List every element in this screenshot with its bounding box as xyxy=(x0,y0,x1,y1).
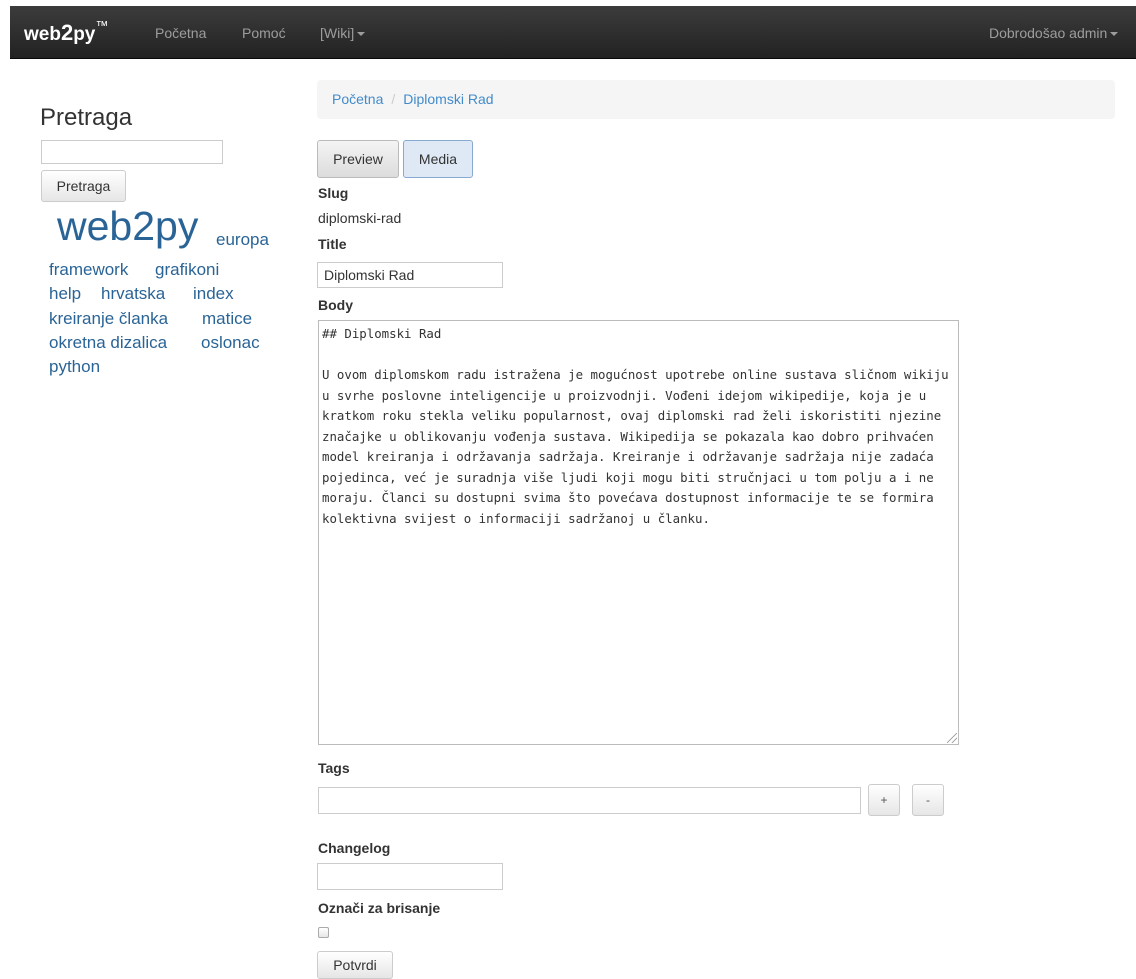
brand-logo[interactable]: web2py™ xyxy=(24,18,109,46)
tag-hrvatska[interactable]: hrvatska xyxy=(101,284,165,304)
tag-grafikoni[interactable]: grafikoni xyxy=(155,260,219,280)
tag-web2py[interactable]: web2py xyxy=(57,203,198,250)
submit-button[interactable]: Potvrdi xyxy=(317,951,393,979)
nav-dropdown-wiki[interactable]: [Wiki] xyxy=(320,25,366,41)
delete-checkbox[interactable] xyxy=(318,927,329,938)
slug-value: diplomski-rad xyxy=(318,210,402,226)
navbar: web2py™ Početna Pomoć [Wiki] Dobrodošao … xyxy=(10,6,1136,59)
chevron-down-icon xyxy=(357,32,366,37)
tag-kreiranje-clanka[interactable]: kreiranje članka xyxy=(49,309,168,329)
body-textarea[interactable]: ## Diplomski Rad U ovom diplomskom radu … xyxy=(318,320,959,745)
nav-link-pomoc[interactable]: Pomoć xyxy=(242,25,286,41)
tag-python[interactable]: python xyxy=(49,357,100,377)
user-menu[interactable]: Dobrodošao admin xyxy=(989,25,1119,41)
sidebar-title: Pretraga xyxy=(40,104,133,131)
search-input[interactable] xyxy=(41,140,223,164)
breadcrumb-separator: / xyxy=(391,91,396,107)
user-menu-label: Dobrodošao admin xyxy=(989,25,1108,41)
tab-media[interactable]: Media xyxy=(403,140,473,178)
changelog-input[interactable] xyxy=(317,863,503,890)
brand-two: 2 xyxy=(60,20,74,45)
delete-label: Označi za brisanje xyxy=(318,900,441,916)
nav-link-pocetna[interactable]: Početna xyxy=(155,25,206,41)
body-label: Body xyxy=(318,297,353,313)
tab-preview[interactable]: Preview xyxy=(317,140,399,178)
add-tag-button[interactable]: + xyxy=(868,784,900,816)
remove-tag-button[interactable]: - xyxy=(912,784,944,816)
tag-europa[interactable]: europa xyxy=(216,230,269,250)
tag-oslonac[interactable]: oslonac xyxy=(201,333,260,353)
title-input[interactable] xyxy=(317,262,503,288)
brand-prefix: web xyxy=(24,24,61,45)
title-label: Title xyxy=(318,236,347,252)
tag-okretna-dizalica[interactable]: okretna dizalica xyxy=(49,333,167,353)
breadcrumb-home[interactable]: Početna xyxy=(332,91,383,107)
nav-wiki-label: [Wiki] xyxy=(320,25,355,41)
tag-index[interactable]: index xyxy=(193,284,234,304)
tags-input[interactable] xyxy=(318,787,861,814)
breadcrumb-current[interactable]: Diplomski Rad xyxy=(403,91,493,107)
tag-matice[interactable]: matice xyxy=(202,309,252,329)
tag-framework[interactable]: framework xyxy=(49,260,128,280)
brand-tm: ™ xyxy=(95,18,109,33)
search-button[interactable]: Pretraga xyxy=(41,170,126,202)
slug-label: Slug xyxy=(318,185,349,201)
changelog-label: Changelog xyxy=(318,840,391,856)
chevron-down-icon xyxy=(1110,32,1119,37)
tag-help[interactable]: help xyxy=(49,284,81,304)
breadcrumb: Početna / Diplomski Rad xyxy=(317,80,1115,119)
brand-suffix: py xyxy=(73,24,96,45)
resize-handle-icon[interactable] xyxy=(947,733,957,743)
tags-label: Tags xyxy=(318,760,350,776)
